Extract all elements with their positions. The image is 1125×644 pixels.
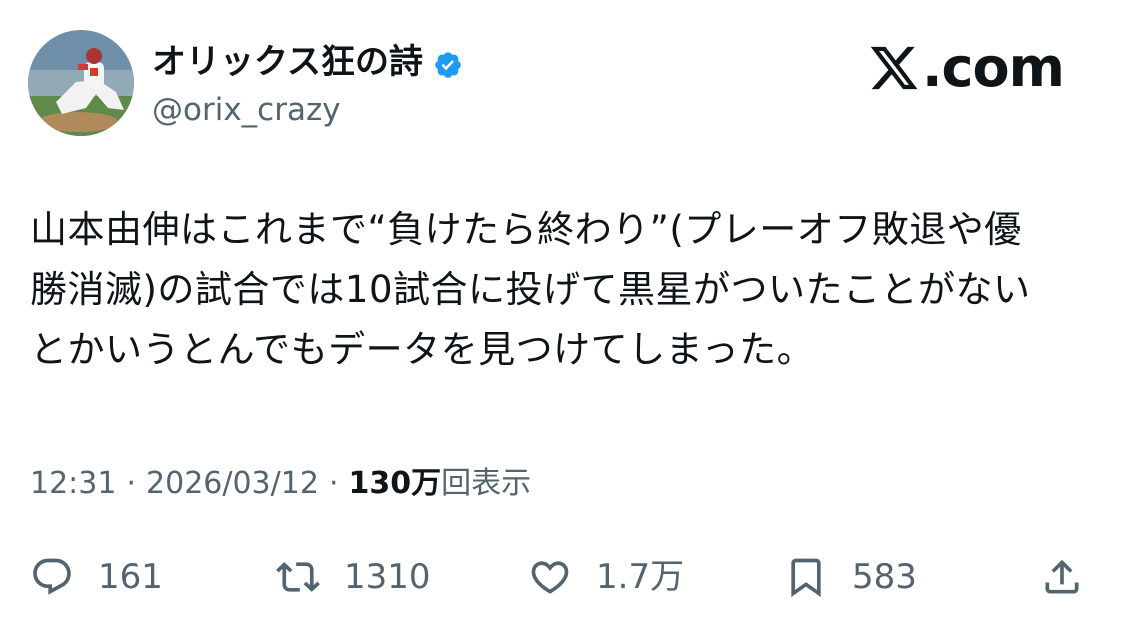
tweet-line: 山本由伸はこれまで“負けたら終わり”(プレーオフ敗退や優	[30, 208, 1022, 251]
repost-icon	[276, 562, 320, 592]
tweet-text: 山本由伸はこれまで“負けたら終わり”(プレーオフ敗退や優 勝消滅)の試合では10…	[30, 200, 1090, 380]
bookmark-icon	[791, 558, 821, 598]
repost-count: 1310	[344, 557, 431, 597]
tweet-time[interactable]: 12:31	[30, 466, 116, 501]
bookmark-button[interactable]: 583	[784, 552, 917, 602]
share-icon	[1045, 559, 1079, 594]
reply-button[interactable]: 161	[30, 552, 163, 602]
brand-logo-text: .com	[922, 36, 1065, 99]
reply-icon	[33, 558, 71, 595]
share-button[interactable]	[1040, 552, 1084, 602]
reply-count: 161	[98, 557, 163, 597]
meta-separator: ·	[126, 466, 137, 501]
tweet-line: とかいうとんでもデータを見つけてしまった。	[30, 328, 815, 371]
tweet-date[interactable]: 2026/03/12	[146, 466, 319, 501]
meta-separator: ·	[328, 466, 339, 501]
heart-icon	[531, 561, 569, 594]
like-button[interactable]: 1.7万	[528, 552, 684, 602]
avatar[interactable]	[28, 30, 134, 136]
like-count: 1.7万	[596, 557, 685, 597]
tweet-line: 勝消滅)の試合では10試合に投げて黒星がついたことがない	[30, 268, 1031, 311]
avatar-image	[28, 30, 134, 136]
repost-button[interactable]: 1310	[276, 552, 431, 602]
x-logo-icon	[870, 46, 918, 90]
brand-logo: .com	[868, 36, 1065, 99]
views-label: 回表示	[441, 466, 532, 501]
author-handle[interactable]: @orix_crazy	[152, 90, 341, 130]
verified-badge-icon	[433, 47, 463, 78]
tweet-meta: 12:31 · 2026/03/12 · 130万回表示	[30, 462, 531, 506]
display-name[interactable]: オリックス狂の詩	[152, 40, 463, 84]
views-count: 130万	[348, 466, 442, 501]
display-name-text: オリックス狂の詩	[152, 42, 423, 82]
bookmark-count: 583	[852, 557, 917, 597]
